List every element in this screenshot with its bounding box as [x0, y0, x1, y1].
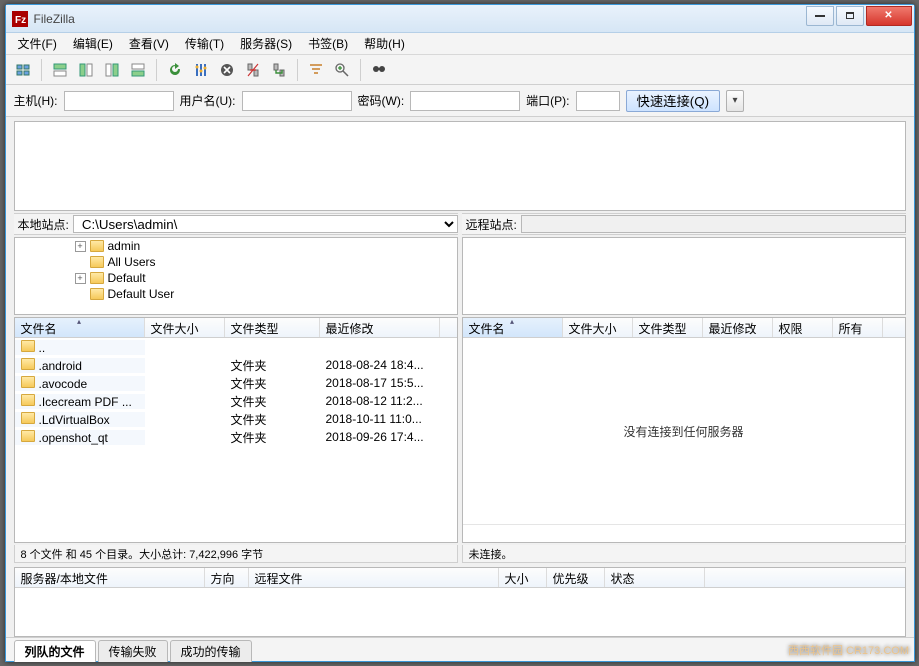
port-input[interactable] [576, 91, 620, 111]
qcol-dir[interactable]: 方向 [205, 568, 249, 587]
list-item[interactable]: .avocode文件夹2018-08-17 15:5... [15, 374, 457, 392]
qcol-server[interactable]: 服务器/本地文件 [15, 568, 205, 587]
col-modified[interactable]: 最近修改 [320, 318, 440, 337]
app-window: Fz FileZilla 文件(F) 编辑(E) 查看(V) 传输(T) 服务器… [5, 4, 915, 662]
menu-transfer[interactable]: 传输(T) [177, 33, 232, 54]
local-path-combo[interactable]: C:\Users\admin\ [73, 215, 458, 233]
maximize-button[interactable] [836, 6, 864, 26]
host-input[interactable] [64, 91, 174, 111]
quickconnect-button[interactable]: 快速连接(Q) [626, 90, 721, 112]
local-file-list[interactable]: 文件名 文件大小 文件类型 最近修改 ...android文件夹2018-08-… [14, 317, 458, 543]
col-filename[interactable]: 文件名 [15, 318, 145, 337]
rcol-filename[interactable]: 文件名 [463, 318, 563, 337]
remote-site-label: 远程站点: [466, 216, 517, 233]
menu-bookmarks[interactable]: 书签(B) [300, 33, 356, 54]
search-button[interactable] [368, 59, 390, 81]
qcol-status[interactable]: 状态 [605, 568, 705, 587]
queue-pane[interactable]: 服务器/本地文件 方向 远程文件 大小 优先级 状态 [14, 567, 906, 637]
app-title: FileZilla [34, 12, 804, 26]
process-queue-button[interactable] [190, 59, 212, 81]
list-item[interactable]: .openshot_qt文件夹2018-09-26 17:4... [15, 428, 457, 446]
local-site-label: 本地站点: [18, 216, 69, 233]
col-filetype[interactable]: 文件类型 [225, 318, 320, 337]
svg-text:Fz: Fz [15, 15, 26, 26]
list-item[interactable]: .. [15, 338, 457, 356]
folder-icon [21, 394, 35, 406]
app-icon: Fz [12, 11, 28, 27]
minimize-button[interactable] [806, 6, 834, 26]
menu-view[interactable]: 查看(V) [121, 33, 177, 54]
menubar: 文件(F) 编辑(E) 查看(V) 传输(T) 服务器(S) 书签(B) 帮助(… [6, 33, 914, 55]
toggle-log-button[interactable] [49, 59, 71, 81]
remote-tree[interactable] [462, 237, 906, 315]
tab-queued[interactable]: 列队的文件 [14, 640, 96, 662]
remote-status: 未连接。 [462, 545, 906, 563]
remote-horizontal-scrollbar[interactable] [463, 524, 905, 542]
toggle-tree-button[interactable] [75, 59, 97, 81]
queue-tabs: 列队的文件 传输失败 成功的传输 [6, 637, 914, 661]
menu-file[interactable]: 文件(F) [10, 33, 65, 54]
menu-edit[interactable]: 编辑(E) [65, 33, 121, 54]
local-tree[interactable]: +admin All Users +Default Default User [14, 237, 458, 315]
qcol-priority[interactable]: 优先级 [547, 568, 605, 587]
remote-file-list[interactable]: 文件名 文件大小 文件类型 最近修改 权限 所有 没有连接到任何服务器 [462, 317, 906, 543]
tab-success[interactable]: 成功的传输 [170, 640, 252, 662]
remote-empty-msg: 没有连接到任何服务器 [463, 338, 905, 524]
remote-panel: 远程站点: 文件名 文件大小 文件类型 最近修改 权限 所有 没有连接到任何服务… [462, 213, 906, 563]
folder-icon [21, 376, 35, 388]
sitemanager-button[interactable] [12, 59, 34, 81]
menu-help[interactable]: 帮助(H) [356, 33, 413, 54]
quickconnect-bar: 主机(H): 用户名(U): 密码(W): 端口(P): 快速连接(Q) [6, 85, 914, 117]
menu-server[interactable]: 服务器(S) [232, 33, 300, 54]
toggle-remotetree-button[interactable] [101, 59, 123, 81]
list-item[interactable]: .Icecream PDF ...文件夹2018-08-12 11:2... [15, 392, 457, 410]
rcol-perm[interactable]: 权限 [773, 318, 833, 337]
pass-label: 密码(W): [358, 92, 405, 109]
col-filesize[interactable]: 文件大小 [145, 318, 225, 337]
user-input[interactable] [242, 91, 352, 111]
watermark: 西西软件园 CR173.COM [788, 642, 909, 658]
cancel-button-icon[interactable] [216, 59, 238, 81]
folder-icon [21, 412, 35, 424]
tree-node: +admin [75, 238, 457, 254]
rcol-filesize[interactable]: 文件大小 [563, 318, 633, 337]
pass-input[interactable] [410, 91, 520, 111]
folder-icon [21, 358, 35, 370]
tree-node: Default User [75, 286, 457, 302]
user-label: 用户名(U): [180, 92, 236, 109]
reconnect-button[interactable] [268, 59, 290, 81]
list-item[interactable]: .android文件夹2018-08-24 18:4... [15, 356, 457, 374]
refresh-button[interactable] [164, 59, 186, 81]
local-panel: 本地站点: C:\Users\admin\ +admin All Users +… [14, 213, 458, 563]
folder-icon [21, 340, 35, 352]
titlebar[interactable]: Fz FileZilla [6, 5, 914, 33]
qcol-size[interactable]: 大小 [499, 568, 547, 587]
rcol-owner[interactable]: 所有 [833, 318, 883, 337]
port-label: 端口(P): [526, 92, 569, 109]
local-status: 8 个文件 和 45 个目录。大小总计: 7,422,996 字节 [14, 545, 458, 563]
host-label: 主机(H): [14, 92, 58, 109]
tab-failed[interactable]: 传输失败 [98, 640, 168, 662]
qcol-remote[interactable]: 远程文件 [249, 568, 499, 587]
compare-button[interactable] [331, 59, 353, 81]
toggle-queue-button[interactable] [127, 59, 149, 81]
rcol-filetype[interactable]: 文件类型 [633, 318, 703, 337]
close-button[interactable] [866, 6, 912, 26]
filter-button[interactable] [305, 59, 327, 81]
toolbar [6, 55, 914, 85]
folder-icon [21, 430, 35, 442]
rcol-modified[interactable]: 最近修改 [703, 318, 773, 337]
disconnect-button[interactable] [242, 59, 264, 81]
list-item[interactable]: .LdVirtualBox文件夹2018-10-11 11:0... [15, 410, 457, 428]
log-pane[interactable] [14, 121, 906, 211]
tree-node: All Users [75, 254, 457, 270]
remote-path-combo[interactable] [521, 215, 906, 233]
tree-node: +Default [75, 270, 457, 286]
quickconnect-dropdown[interactable] [726, 90, 744, 112]
